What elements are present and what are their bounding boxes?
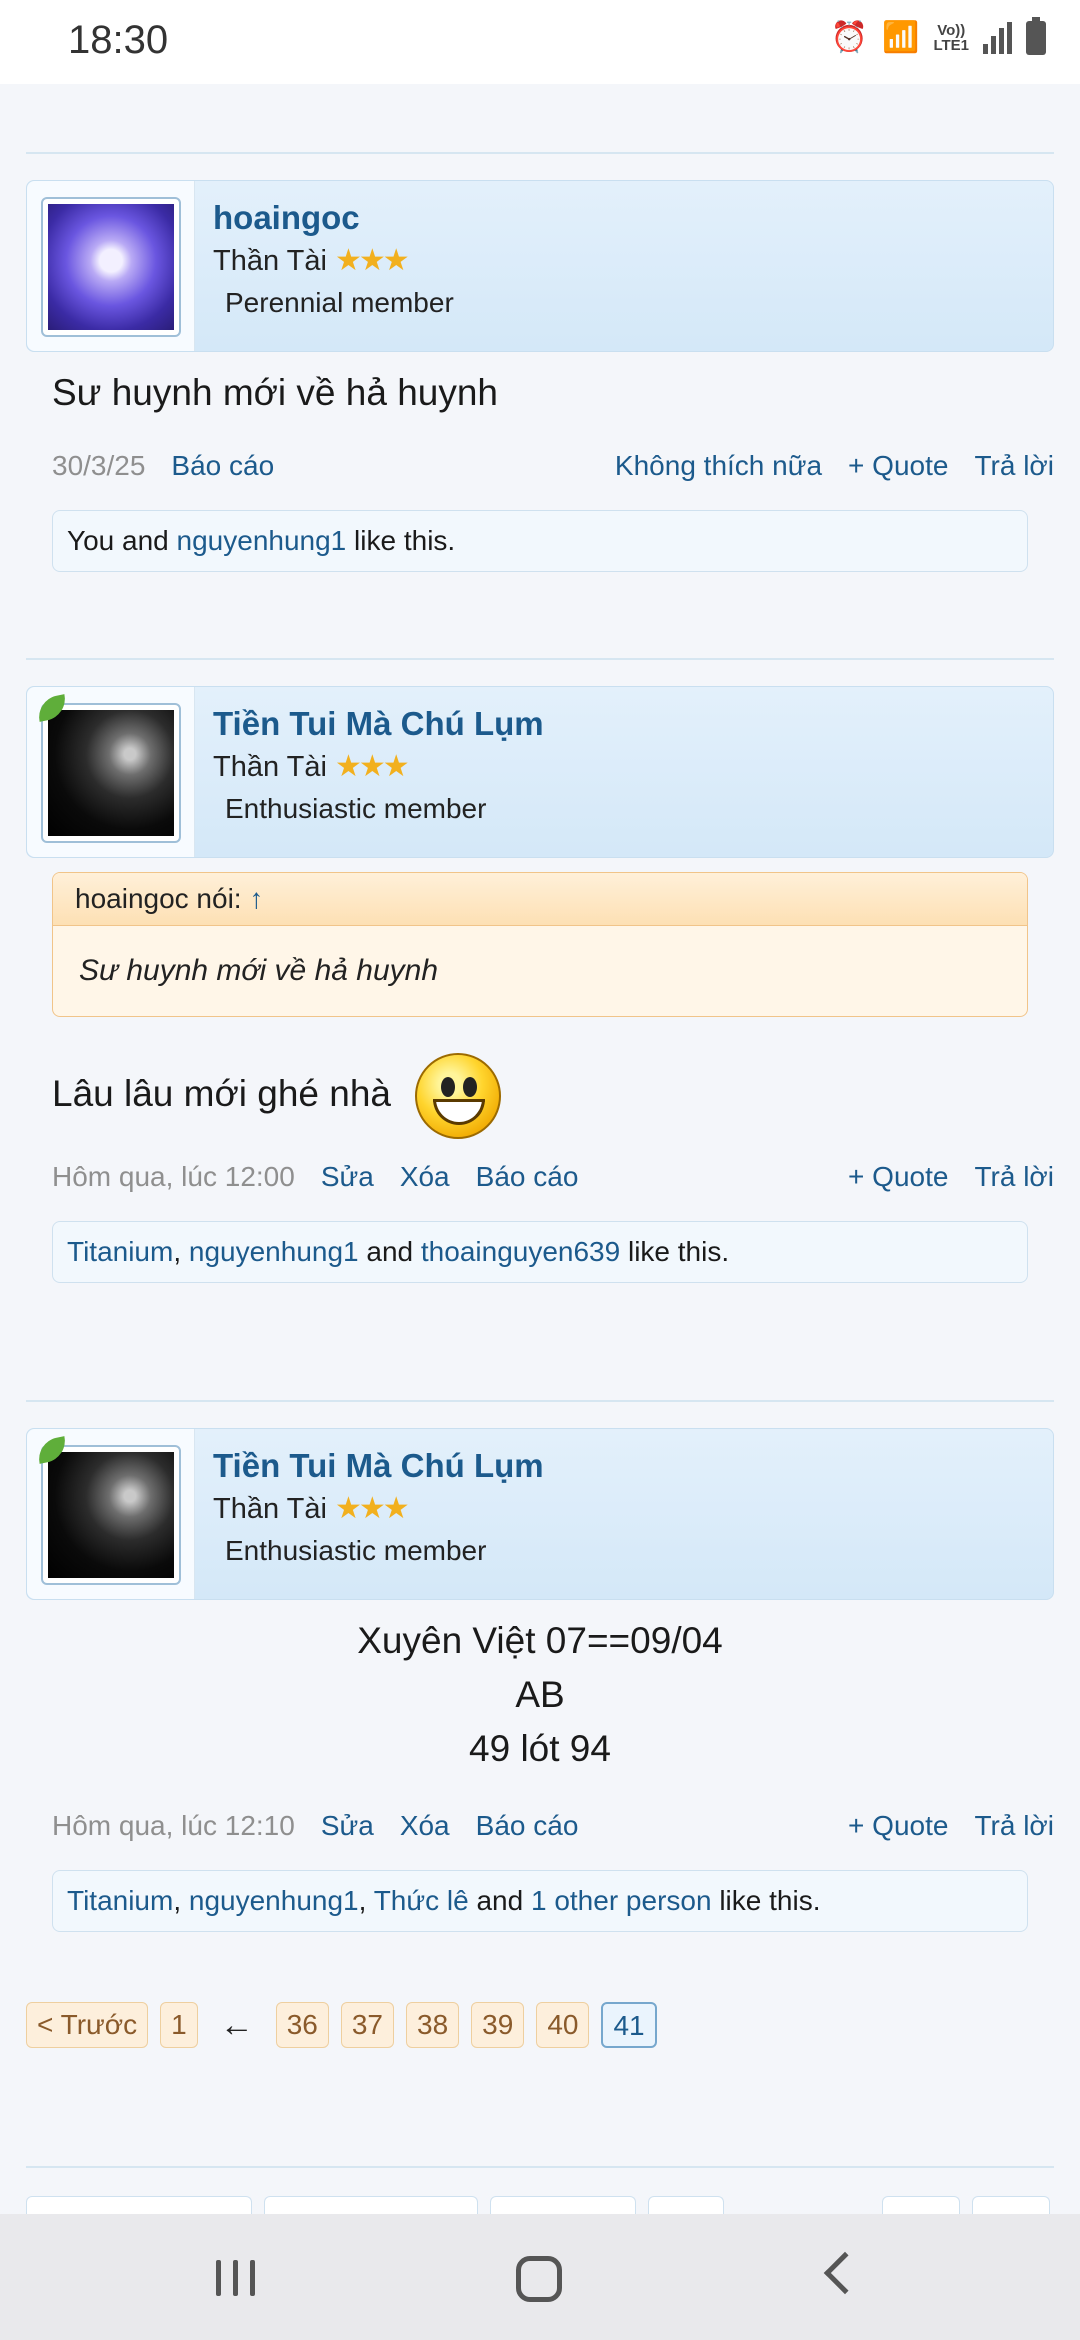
user-rank: Enthusiastic member [225,1535,487,1566]
back-icon[interactable] [823,2251,867,2295]
report-link[interactable]: Báo cáo [171,450,274,482]
username[interactable]: Tiền Tui Mà Chú Lụm [213,1447,544,1485]
like-user-link[interactable]: thoainguyen639 [421,1236,620,1267]
post: Tiền Tui Mà Chú Lụm Thần Tài ★★★ Enthusi… [26,686,1054,1283]
wifi-icon: 📶 [882,21,920,54]
avatar[interactable] [41,1445,181,1585]
arrow-up-icon[interactable]: ↑ [249,883,263,914]
post-date: 30/3/25 [52,450,146,481]
thread-content: hoaingoc Thần Tài ★★★ Perennial member S… [0,84,1080,2214]
quote-link[interactable]: + Quote [848,450,948,482]
user-rank: Enthusiastic member [225,793,487,824]
like-user-link[interactable]: nguyenhung1 [189,1885,359,1916]
grin-smiley-icon [415,1053,501,1139]
post-message: Sư huynh mới về hả huynh [52,372,499,413]
page-jump-arrow[interactable]: ← [210,2006,264,2045]
username[interactable]: hoaingoc [213,199,360,237]
post-date: Hôm qua, lúc 12:10 [52,1810,295,1841]
post-message: Lâu lâu mới ghé nhà [52,1053,1054,1139]
post-date: Hôm qua, lúc 12:00 [52,1161,295,1192]
avatar-box [27,181,195,351]
delete-link[interactable]: Xóa [400,1161,450,1193]
bottom-tabs [26,2196,1054,2214]
status-icons: ⏰ 📶 Vo)) LTE1 [830,16,1046,55]
like-user-link[interactable]: nguyenhung1 [189,1236,359,1267]
quote-link[interactable]: + Quote [848,1161,948,1193]
page-button[interactable]: 39 [471,2002,525,2048]
likes-summary: You and nguyenhung1 like this. [52,510,1028,572]
pagination: < Trước 1 ← 36 37 38 39 40 41 [26,2002,657,2048]
post-header: Tiền Tui Mà Chú Lụm Thần Tài ★★★ Enthusi… [26,1428,1054,1600]
report-link[interactable]: Báo cáo [476,1810,579,1842]
like-user-link[interactable]: 1 other person [531,1885,712,1916]
avatar-box [27,1429,195,1599]
user-title: Thần Tài ★★★ [213,244,410,277]
prev-page-button[interactable]: < Trước [26,2002,149,2048]
likes-summary: Titanium, nguyenhung1 and thoainguyen639… [52,1221,1028,1283]
avatar-box [27,687,195,857]
current-page: 41 [601,2002,657,2048]
page-button[interactable]: 37 [340,2002,395,2048]
post-message: Xuyên Việt 07==09/04 AB 49 lót 94 [357,1620,723,1769]
status-time: 18:30 [68,18,169,62]
quote-block: hoaingoc nói: ↑ Sư huynh mới về hả huynh [52,872,1028,1017]
username[interactable]: Tiền Tui Mà Chú Lụm [213,705,544,743]
recents-icon[interactable] [216,2260,255,2296]
divider [26,2166,1054,2168]
star-icon: ★★★ [334,750,410,783]
star-icon: ★★★ [334,1492,410,1525]
quote-link[interactable]: + Quote [848,1810,948,1842]
page-button[interactable]: 36 [275,2002,329,2048]
divider [26,658,1054,660]
post-header: hoaingoc Thần Tài ★★★ Perennial member [26,180,1054,352]
post-header: Tiền Tui Mà Chú Lụm Thần Tài ★★★ Enthusi… [26,686,1054,858]
battery-icon [1026,16,1046,55]
report-link[interactable]: Báo cáo [476,1161,579,1193]
post-footer: Hôm qua, lúc 12:10 Sửa Xóa Báo cáo + Quo… [26,1810,1054,1860]
edit-link[interactable]: Sửa [321,1810,374,1842]
like-user-link[interactable]: Thức lê [374,1885,469,1916]
divider [26,152,1054,154]
like-user-link[interactable]: Titanium [67,1885,173,1916]
page-button[interactable]: 40 [536,2002,590,2048]
page-button[interactable]: 1 [160,2002,198,2048]
post-footer: Hôm qua, lúc 12:00 Sửa Xóa Báo cáo + Quo… [26,1161,1054,1211]
post-footer: 30/3/25 Báo cáo Không thích nữa + Quote … [26,450,1054,500]
status-bar: 18:30 ⏰ 📶 Vo)) LTE1 [0,0,1080,84]
edit-link[interactable]: Sửa [321,1161,374,1193]
avatar[interactable] [41,197,181,337]
alarm-icon: ⏰ [830,21,869,54]
system-nav-bar [0,2214,1080,2340]
reply-link[interactable]: Trả lời [974,1161,1054,1193]
user-title: Thần Tài ★★★ [213,750,410,783]
quote-header: hoaingoc nói: ↑ [53,873,1027,926]
avatar[interactable] [41,703,181,843]
user-title: Thần Tài ★★★ [213,1492,410,1525]
user-rank: Perennial member [225,287,454,318]
signal-icon [983,21,1012,54]
likes-summary: Titanium, nguyenhung1, Thức lê and 1 oth… [52,1870,1028,1932]
delete-link[interactable]: Xóa [400,1810,450,1842]
reply-link[interactable]: Trả lời [974,1810,1054,1842]
divider [26,1400,1054,1402]
volte-icon: Vo)) LTE1 [933,21,969,54]
post: Tiền Tui Mà Chú Lụm Thần Tài ★★★ Enthusi… [26,1428,1054,1932]
reply-link[interactable]: Trả lời [974,450,1054,482]
star-icon: ★★★ [334,244,410,277]
post: hoaingoc Thần Tài ★★★ Perennial member S… [26,180,1054,572]
home-icon[interactable] [516,2256,562,2302]
page-button[interactable]: 38 [406,2002,460,2048]
like-user-link[interactable]: Titanium [67,1236,173,1267]
like-user-link[interactable]: nguyenhung1 [177,525,347,556]
quote-text: Sư huynh mới về hả huynh [79,954,439,987]
unlike-link[interactable]: Không thích nữa [615,450,822,482]
